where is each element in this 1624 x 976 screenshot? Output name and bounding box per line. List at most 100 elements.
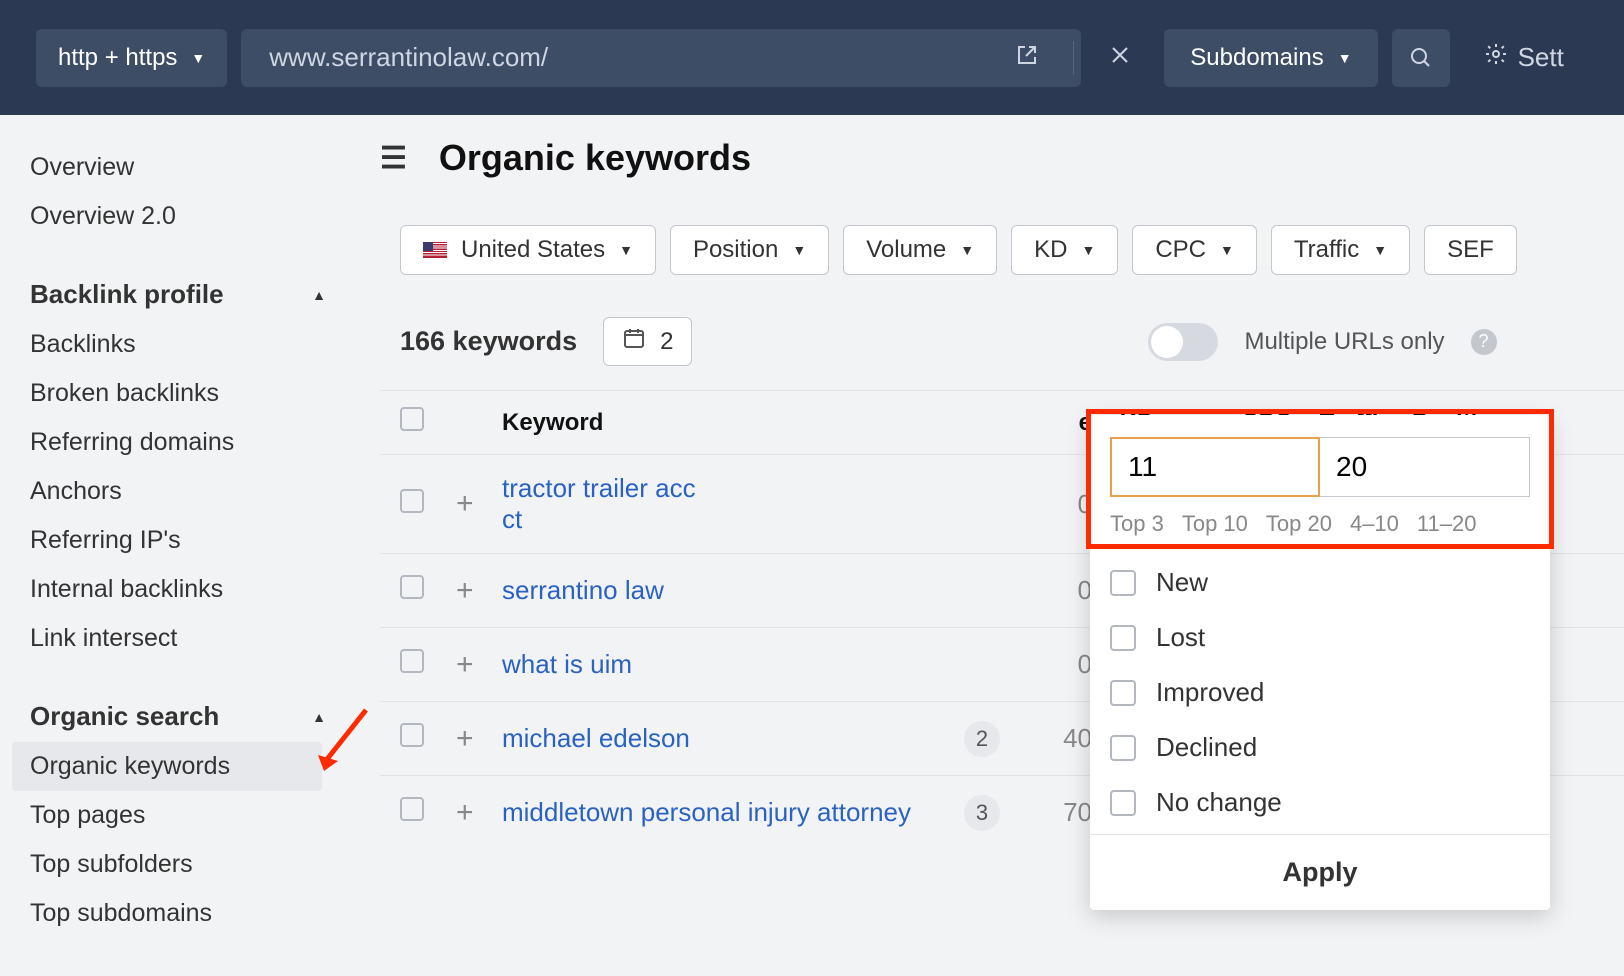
check-label: No change — [1156, 787, 1282, 818]
check-improved[interactable]: Improved — [1110, 665, 1530, 720]
check-nochange[interactable]: No change — [1110, 775, 1530, 830]
row-checkbox[interactable] — [400, 723, 424, 747]
expand-icon[interactable]: + — [456, 574, 502, 608]
check-label: New — [1156, 567, 1208, 598]
check-label: Lost — [1156, 622, 1205, 653]
settings-label: Sett — [1518, 42, 1564, 73]
settings-link[interactable]: Sett — [1484, 42, 1564, 73]
filter-label: KD — [1034, 236, 1067, 264]
sidebar-item-anchors[interactable]: Anchors — [30, 467, 360, 516]
select-all-checkbox[interactable] — [400, 407, 424, 431]
volume-value: 70 — [1012, 797, 1092, 828]
filter-position[interactable]: Position ▼ — [670, 225, 829, 275]
chevron-down-icon: ▼ — [1220, 242, 1234, 258]
keyword-link[interactable]: tractor trailer acc — [502, 473, 696, 503]
expand-icon[interactable]: + — [456, 796, 502, 830]
chevron-down-icon: ▼ — [619, 242, 633, 258]
filter-label: CPC — [1155, 236, 1206, 264]
filter-label: Traffic — [1294, 236, 1359, 264]
sidebar-item-linkintersect[interactable]: Link intersect — [30, 614, 360, 663]
menu-icon[interactable]: ☰ — [380, 141, 407, 176]
protocol-label: http + https — [58, 44, 177, 72]
position-to-input[interactable] — [1320, 437, 1530, 497]
checkbox[interactable] — [1110, 570, 1136, 596]
sidebar-item-top-subfolders[interactable]: Top subfolders — [30, 840, 360, 889]
keyword-count: 166 keywords — [400, 326, 577, 357]
filter-country[interactable]: United States▼ — [400, 225, 656, 275]
date-filter[interactable]: 2 — [603, 317, 692, 366]
filter-serp[interactable]: SEF — [1424, 225, 1517, 275]
chevron-down-icon: ▼ — [792, 242, 806, 258]
close-icon[interactable] — [1108, 43, 1132, 73]
multiple-urls-toggle[interactable] — [1148, 323, 1218, 361]
annotation-arrow — [316, 705, 376, 775]
check-declined[interactable]: Declined — [1110, 720, 1530, 775]
keyword-link[interactable]: michael edelson — [502, 723, 690, 753]
protocol-select[interactable]: http + https ▼ — [36, 29, 227, 87]
sidebar-item-refips[interactable]: Referring IP's — [30, 516, 360, 565]
sidebar-item-top-pages[interactable]: Top pages — [30, 791, 360, 840]
multiple-urls-label: Multiple URLs only — [1244, 328, 1444, 356]
filter-label: SEF — [1447, 236, 1494, 264]
check-label: Declined — [1156, 732, 1257, 763]
sidebar-section-backlink[interactable]: Backlink profile ▲ — [30, 269, 360, 320]
position-filter-popup: Top 3 Top 10 Top 20 4–10 11–20 New Lost … — [1090, 415, 1550, 910]
chevron-down-icon: ▼ — [1081, 242, 1095, 258]
chevron-down-icon: ▼ — [1373, 242, 1387, 258]
scope-select[interactable]: Subdomains ▼ — [1164, 29, 1377, 87]
filter-label: Position — [693, 236, 778, 264]
check-lost[interactable]: Lost — [1110, 610, 1530, 665]
section-label: Organic search — [30, 701, 219, 732]
url-input[interactable]: www.serrantinolaw.com/ — [241, 29, 1081, 87]
sidebar-item-overview2[interactable]: Overview 2.0 — [30, 192, 360, 241]
filter-label: Volume — [866, 236, 946, 264]
top-bar: http + https ▼ www.serrantinolaw.com/ Su… — [0, 0, 1624, 115]
chevron-up-icon: ▲ — [312, 287, 326, 303]
col-volume[interactable]: e — [1012, 409, 1092, 437]
sidebar-item-top-subdomains[interactable]: Top subdomains — [30, 889, 360, 938]
expand-icon[interactable]: + — [456, 648, 502, 682]
checkbox[interactable] — [1110, 625, 1136, 651]
expand-icon[interactable]: + — [456, 487, 502, 521]
sidebar-section-organic[interactable]: Organic search ▲ — [30, 691, 360, 742]
external-link-icon[interactable] — [1015, 43, 1039, 73]
quick-top20[interactable]: Top 20 — [1266, 511, 1332, 537]
col-keyword[interactable]: Keyword — [502, 409, 952, 437]
check-label: Improved — [1156, 677, 1264, 708]
keyword-link[interactable]: what is uim — [502, 649, 632, 679]
quick-top10[interactable]: Top 10 — [1182, 511, 1248, 537]
volume-value: 0 — [1012, 489, 1092, 520]
search-button[interactable] — [1392, 29, 1450, 87]
row-checkbox[interactable] — [400, 575, 424, 599]
checkbox[interactable] — [1110, 680, 1136, 706]
check-new[interactable]: New — [1110, 555, 1530, 610]
sidebar-item-overview[interactable]: Overview — [30, 143, 360, 192]
filter-traffic[interactable]: Traffic ▼ — [1271, 225, 1410, 275]
keyword-link[interactable]: middletown personal injury attorney — [502, 797, 911, 827]
sidebar-item-backlinks[interactable]: Backlinks — [30, 320, 360, 369]
filter-volume[interactable]: Volume▼ — [843, 225, 997, 275]
quick-4-10[interactable]: 4–10 — [1350, 511, 1399, 537]
help-icon[interactable]: ? — [1471, 329, 1497, 355]
expand-icon[interactable]: + — [456, 722, 502, 756]
quick-11-20[interactable]: 11–20 — [1417, 511, 1477, 537]
date-label: 2 — [660, 328, 673, 356]
sidebar-item-refdomains[interactable]: Referring domains — [30, 418, 360, 467]
gear-icon — [1484, 42, 1508, 73]
sidebar-item-broken[interactable]: Broken backlinks — [30, 369, 360, 418]
main-content: ☰ Organic keywords United States▼ Positi… — [360, 115, 1624, 938]
sidebar-item-internal[interactable]: Internal backlinks — [30, 565, 360, 614]
filter-cpc[interactable]: CPC ▼ — [1132, 225, 1257, 275]
quick-top3[interactable]: Top 3 — [1110, 511, 1164, 537]
sidebar-item-organic-keywords[interactable]: Organic keywords — [12, 742, 322, 791]
row-checkbox[interactable] — [400, 797, 424, 821]
position-from-input[interactable] — [1110, 437, 1320, 497]
volume-value: 0 — [1012, 649, 1092, 680]
row-checkbox[interactable] — [400, 489, 424, 513]
apply-button[interactable]: Apply — [1090, 834, 1550, 910]
filter-kd[interactable]: KD ▼ — [1011, 225, 1118, 275]
keyword-link[interactable]: serrantino law — [502, 575, 664, 605]
row-checkbox[interactable] — [400, 649, 424, 673]
checkbox[interactable] — [1110, 790, 1136, 816]
checkbox[interactable] — [1110, 735, 1136, 761]
